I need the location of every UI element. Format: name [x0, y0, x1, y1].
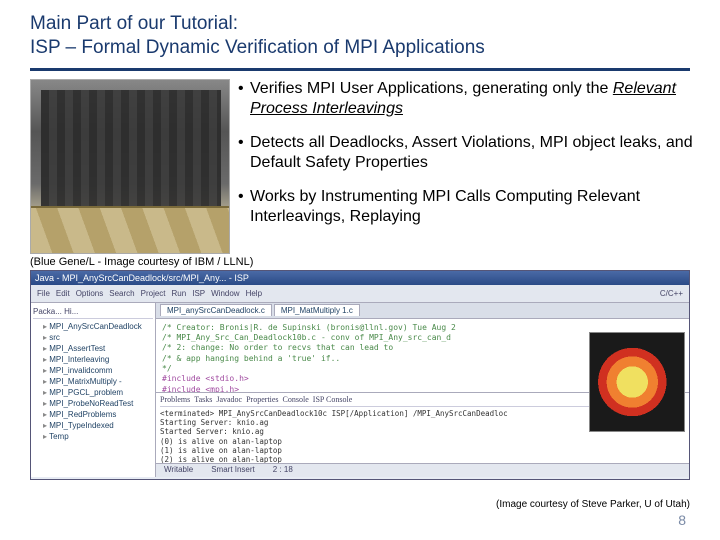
- console-tab[interactable]: Problems: [160, 395, 190, 405]
- bullet-text: Verifies MPI User Applications, generati…: [250, 80, 613, 97]
- status-item: Writable: [164, 465, 193, 476]
- ide-project-tree[interactable]: Packa... Hi... MPI_AnySrcCanDeadlock src…: [31, 303, 156, 477]
- tree-item[interactable]: MPI_ProbeNoReadTest: [33, 398, 153, 409]
- tree-item[interactable]: MPI_AnySrcCanDeadlock: [33, 321, 153, 332]
- page-number: 8: [678, 512, 686, 528]
- status-item: Smart Insert: [211, 465, 255, 476]
- console-tab[interactable]: ISP Console: [313, 395, 353, 405]
- menu-item[interactable]: Search: [109, 289, 134, 298]
- menu-item[interactable]: Project: [141, 289, 166, 298]
- bullet-item: Detects all Deadlocks, Assert Violations…: [238, 133, 712, 173]
- slide-title: Main Part of our Tutorial: ISP – Formal …: [0, 0, 720, 64]
- tree-item[interactable]: MPI_Interleaving: [33, 354, 153, 365]
- menu-item[interactable]: Help: [246, 289, 262, 298]
- menu-item[interactable]: ISP: [192, 289, 205, 298]
- console-tab[interactable]: Properties: [246, 395, 278, 405]
- bullet-item: Works by Instrumenting MPI Calls Computi…: [238, 187, 712, 227]
- bullet-text: Works by Instrumenting MPI Calls Computi…: [250, 188, 640, 225]
- raytrace-caption: (Image courtesy of Steve Parker, U of Ut…: [496, 499, 690, 510]
- console-tab[interactable]: Javadoc: [216, 395, 242, 405]
- tree-tab[interactable]: Packa...: [33, 307, 62, 316]
- raytrace-image: [589, 332, 685, 432]
- tree-item[interactable]: MPI_PGCL_problem: [33, 387, 153, 398]
- bullet-text: Detects all Deadlocks, Assert Violations…: [250, 134, 693, 171]
- tree-tab[interactable]: Hi...: [64, 307, 78, 316]
- tree-item[interactable]: MPI_AssertTest: [33, 343, 153, 354]
- ide-editor-tabs: MPI_anySrcCanDeadlock.c MPI_MatMultiply …: [156, 303, 689, 319]
- menu-item[interactable]: Options: [76, 289, 104, 298]
- menu-item[interactable]: Run: [172, 289, 187, 298]
- tree-item[interactable]: Temp: [33, 431, 153, 442]
- tree-item[interactable]: src: [33, 332, 153, 343]
- console-line: (0) is alive on alan-laptop: [160, 437, 685, 446]
- ide-menu-bar: File Edit Options Search Project Run ISP…: [31, 285, 689, 303]
- editor-tab[interactable]: MPI_anySrcCanDeadlock.c: [160, 304, 272, 316]
- menu-item[interactable]: Edit: [56, 289, 70, 298]
- perspective-label[interactable]: C/C++: [660, 289, 683, 298]
- tree-item[interactable]: MPI_TypeIndexed: [33, 420, 153, 431]
- bullet-list: Verifies MPI User Applications, generati…: [238, 79, 712, 254]
- bluegene-caption: (Blue Gene/L - Image courtesy of IBM / L…: [0, 254, 720, 270]
- ide-window-title: Java - MPI_AnySrcCanDeadlock/src/MPI_Any…: [31, 271, 689, 285]
- bluegene-image: [30, 79, 230, 254]
- menu-item[interactable]: File: [37, 289, 50, 298]
- console-tab[interactable]: Console: [283, 395, 309, 405]
- tree-item[interactable]: MPI_MatrixMultiply -: [33, 376, 153, 387]
- console-line: (2) is alive on alan-laptop: [160, 455, 685, 462]
- tree-item[interactable]: MPI_RedProblems: [33, 409, 153, 420]
- status-item: 2 : 18: [273, 465, 293, 476]
- title-line-1: Main Part of our Tutorial:: [30, 12, 720, 36]
- console-line: (1) is alive on alan-laptop: [160, 446, 685, 455]
- editor-tab[interactable]: MPI_MatMultiply 1.c: [274, 304, 360, 316]
- bullet-item: Verifies MPI User Applications, generati…: [238, 79, 712, 119]
- title-line-2: ISP – Formal Dynamic Verification of MPI…: [30, 36, 720, 60]
- title-underline: [30, 68, 690, 71]
- menu-item[interactable]: Window: [211, 289, 239, 298]
- console-tab[interactable]: Tasks: [194, 395, 212, 405]
- tree-item[interactable]: MPI_invalidcomm: [33, 365, 153, 376]
- ide-status-bar: Writable Smart Insert 2 : 18: [156, 463, 689, 477]
